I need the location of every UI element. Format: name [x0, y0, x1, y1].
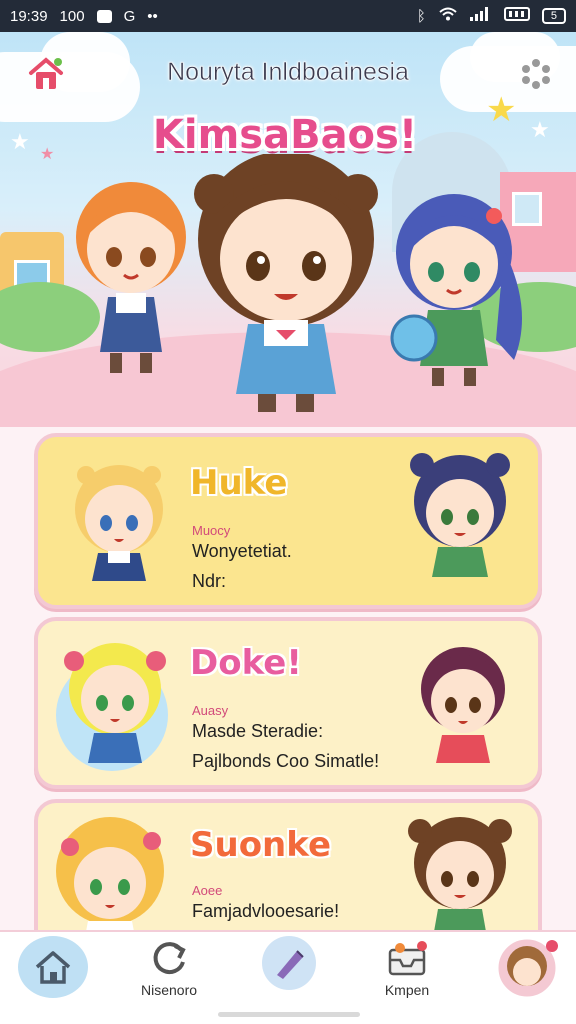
character-line-2: Pajlbonds Coo Simatle!: [192, 751, 380, 771]
menu-button[interactable]: [516, 54, 556, 94]
pen-icon: [277, 950, 304, 979]
tab-label: Kmpen: [384, 982, 430, 998]
battery-percent: 100: [59, 7, 85, 25]
home-icon: [35, 951, 71, 984]
tab-create[interactable]: [244, 936, 334, 1010]
chibi-avatar-brown: [408, 817, 512, 937]
tab-create-bg: [262, 936, 316, 990]
chibi-avatar-navy: [410, 453, 510, 577]
more-notifications-icon: ••: [147, 7, 158, 25]
tab-home-highlight: [18, 936, 88, 998]
chibi-character-blue: [390, 194, 522, 386]
character-name: Doke!: [190, 643, 302, 683]
home-icon: [29, 57, 63, 89]
star-icon: ★: [10, 130, 30, 155]
chibi-avatar-blonde: [75, 465, 163, 581]
sun-star-icon: ★: [486, 90, 517, 130]
character-line-1: Wonyetetiat.: [192, 541, 292, 561]
tab-inbox[interactable]: Kmpen: [362, 936, 452, 1010]
tab-profile[interactable]: [482, 936, 572, 1010]
character-subtitle: Auasy: [192, 703, 229, 718]
chibi-avatar-golden: [56, 817, 164, 937]
refresh-icon: [153, 942, 186, 975]
chibi-character-orange: [76, 182, 186, 373]
star-icon: ★: [530, 118, 550, 143]
character-name: Huke: [190, 463, 288, 503]
character-card-list[interactable]: Huke Muocy Wonyetetiat. Ndr: Doke! Auasy…: [0, 427, 576, 937]
status-bar: 19:39 100 G •• ᛒ 5: [0, 0, 576, 32]
dots-menu-icon: [522, 59, 550, 89]
bottom-tab-bar: Nisenoro Kmpen: [0, 930, 576, 1024]
battery-icon: 5: [541, 8, 566, 24]
character-subtitle: Muocy: [192, 523, 231, 538]
home-button[interactable]: [24, 52, 68, 96]
tab-label: Nisenoro: [140, 982, 198, 998]
inbox-icon: [388, 941, 427, 976]
character-subtitle: Aoee: [192, 883, 223, 898]
game-logo: KimsaBaos!: [152, 112, 418, 158]
wifi-icon: [438, 7, 458, 25]
bluetooth-icon: ᛒ: [416, 7, 426, 25]
hero-banner: ★ ★ ★ ★ Nouryta Inldboainesia KimsaBaos!: [0, 32, 576, 427]
character-card[interactable]: Doke! Auasy Masde Steradie: Pajlbonds Co…: [34, 617, 542, 789]
character-line-1: Masde Steradie:: [192, 721, 324, 741]
notification-icon: [96, 9, 112, 23]
data-icon: [503, 7, 530, 25]
home-indicator[interactable]: [218, 1012, 360, 1017]
character-line-1: Famjadvlooesarie!: [192, 901, 340, 921]
app-title: Nouryta Inldboainesia: [167, 58, 409, 87]
chibi-avatar-purple: [421, 647, 505, 763]
signal-icon: [469, 7, 492, 25]
character-name: Suonke: [190, 825, 332, 865]
tab-home[interactable]: [8, 936, 98, 1010]
g-icon: G: [123, 7, 136, 25]
chibi-avatar-yellow: [64, 643, 166, 763]
star-icon: ★: [40, 144, 55, 163]
chibi-character-brunette: [194, 154, 378, 412]
character-line-2: Ndr:: [192, 571, 227, 591]
character-card[interactable]: Suonke Aoee Famjadvlooesarie!: [34, 799, 542, 937]
status-time: 19:39: [10, 7, 48, 25]
avatar-icon: [495, 936, 559, 1000]
tab-refresh[interactable]: Nisenoro: [124, 936, 214, 1010]
character-card[interactable]: Huke Muocy Wonyetetiat. Ndr:: [34, 433, 542, 609]
